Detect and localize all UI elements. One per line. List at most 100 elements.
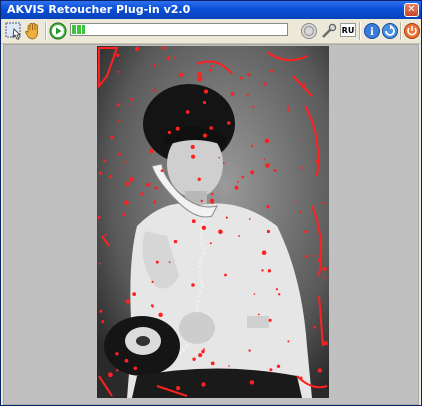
defect-mark [129, 177, 134, 182]
defect-mark [108, 372, 113, 378]
language-button[interactable]: RU [340, 23, 356, 37]
info-icon: i [364, 23, 380, 39]
defect-mark [151, 280, 154, 283]
defect-mark [125, 181, 130, 186]
defect-mark [300, 166, 303, 170]
defect-mark [251, 144, 254, 147]
defect-mark [302, 139, 305, 141]
defect-mark [173, 239, 178, 244]
defect-mark [246, 94, 249, 97]
defect-mark [227, 121, 231, 125]
run-button[interactable] [48, 21, 68, 41]
defect-mark [253, 293, 256, 295]
defect-mark [201, 349, 205, 354]
defect-mark [101, 320, 105, 324]
defect-mark [173, 56, 176, 59]
defect-mark [116, 103, 120, 107]
defect-mark [158, 312, 163, 317]
close-button[interactable]: ✕ [404, 3, 419, 17]
toolbar-separator [45, 22, 47, 40]
defect-mark [198, 353, 203, 358]
defect-mark [264, 138, 270, 144]
defect-mark [118, 169, 121, 172]
defect-mark [176, 386, 181, 391]
power-icon [404, 23, 420, 39]
defect-mark [247, 73, 251, 77]
defect-mark [124, 200, 129, 205]
defect-mark [200, 199, 203, 203]
defect-mark [208, 68, 212, 72]
select-region-icon [5, 22, 21, 40]
defect-mark [239, 76, 243, 80]
defect-mark [225, 216, 228, 219]
toolbar-separator [359, 22, 361, 40]
defect-mark [154, 186, 158, 190]
defect-mark [323, 341, 328, 346]
defect-mark [252, 105, 255, 108]
defect-mark [117, 152, 121, 156]
defect-mark [210, 200, 214, 204]
defect-mark [267, 269, 272, 273]
settings-button[interactable] [319, 21, 339, 41]
defect-mark [211, 192, 214, 196]
defect-mark [270, 69, 273, 73]
defect-mark [168, 261, 171, 264]
defect-mark [201, 225, 207, 230]
defect-mark [249, 380, 255, 385]
defect-mark [97, 216, 101, 219]
defect-mark [224, 273, 227, 277]
defect-mark [250, 170, 255, 175]
defect-mark [124, 358, 129, 363]
defect-mark [222, 162, 225, 164]
defect-mark [323, 276, 326, 279]
defect-mark [210, 64, 213, 68]
defect-mark [218, 229, 223, 235]
defect-mark [153, 200, 157, 204]
select-region-button[interactable] [4, 21, 24, 41]
info-button[interactable]: i [362, 21, 382, 41]
defect-mark [140, 192, 144, 196]
defect-mark [197, 71, 202, 77]
defect-mark [167, 130, 171, 135]
defect-mark [228, 365, 230, 367]
help-button[interactable] [380, 21, 400, 41]
defect-mark [203, 89, 209, 94]
defect-mark [98, 171, 103, 175]
image-canvas[interactable] [3, 44, 419, 405]
stop-button[interactable] [299, 21, 319, 41]
defect-mark [178, 72, 184, 78]
defect-mark [149, 148, 154, 154]
defect-mark [299, 210, 302, 213]
defect-mark [116, 53, 120, 57]
defect-mark [241, 175, 245, 179]
defect-mark [314, 254, 317, 257]
defect-mark [99, 309, 103, 313]
stop-icon [301, 23, 317, 39]
defect-mark [150, 304, 154, 307]
defect-mark [261, 269, 264, 272]
defect-mark [304, 230, 308, 234]
defect-mark [116, 70, 119, 73]
toolbar: RU i [1, 19, 421, 44]
defect-mark [98, 262, 101, 265]
title-bar[interactable]: AKVIS Retoucher Plug-in v2.0 ✕ [1, 1, 421, 19]
defect-mark [286, 108, 290, 112]
defect-mark [313, 325, 317, 329]
defect-mark [317, 368, 322, 373]
defect-mark [155, 260, 159, 264]
defect-mark [287, 340, 290, 343]
defect-mark [132, 292, 137, 296]
defect-mark [275, 288, 278, 291]
defect-mark [203, 348, 205, 351]
defect-mark [133, 366, 138, 371]
defect-mark [191, 283, 195, 287]
defect-mark [175, 126, 180, 131]
defect-mark [153, 89, 157, 92]
power-button[interactable] [402, 21, 422, 41]
defect-mark [110, 135, 114, 139]
defect-mark [209, 126, 213, 130]
defect-mark [109, 174, 113, 178]
defect-mark [266, 229, 270, 234]
hand-tool-button[interactable] [23, 21, 43, 41]
photo-preview [97, 46, 329, 398]
